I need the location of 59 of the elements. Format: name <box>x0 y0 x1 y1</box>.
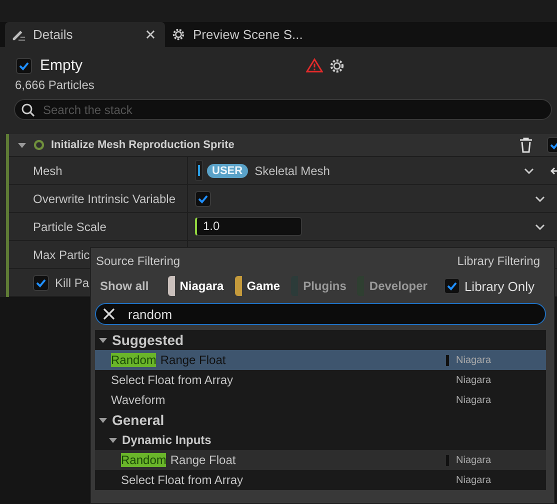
source-label: Niagara <box>455 374 492 386</box>
menu-item[interactable]: Select Float from Array <box>95 373 446 387</box>
collapse-arrow-icon[interactable] <box>17 140 27 150</box>
close-icon[interactable] <box>146 30 155 39</box>
source-label: Niagara <box>446 454 546 466</box>
checkbox-label: Library Only <box>464 278 535 294</box>
parameter-label: Kill Pa <box>55 276 90 290</box>
source-filter-toggle[interactable]: Plugins <box>291 276 346 296</box>
check-icon <box>446 280 458 292</box>
parameter-label: Max Partic <box>33 248 90 262</box>
emitter-name: Empty <box>40 57 84 74</box>
menu-item[interactable]: Select Float from Array <box>95 473 446 487</box>
binding-marker <box>195 160 203 181</box>
checkbox[interactable] <box>195 190 211 206</box>
search-field[interactable]: random <box>95 303 546 325</box>
checkbox[interactable] <box>444 278 460 294</box>
category-header[interactable]: Suggested <box>95 330 546 350</box>
reset-arrow-icon[interactable] <box>550 166 557 174</box>
parameter-value: Skeletal Mesh <box>254 164 331 178</box>
menu-item[interactable]: Random Range Float <box>95 453 446 467</box>
expand-arrow-icon[interactable] <box>98 335 108 345</box>
source-label: Niagara <box>455 394 492 406</box>
chevron-down-icon[interactable] <box>524 168 534 174</box>
menu-item[interactable]: Random Range Float <box>95 353 446 367</box>
section-title: Source Filtering <box>96 254 180 268</box>
check-icon <box>197 192 209 204</box>
module-title: Initialize Mesh Reproduction Sprite <box>51 139 236 151</box>
trash-icon[interactable] <box>519 137 533 153</box>
clear-icon[interactable] <box>103 308 115 320</box>
panel-tab[interactable]: Details <box>5 22 165 47</box>
ring-icon <box>33 139 45 151</box>
checkbox[interactable] <box>33 274 49 290</box>
source-label: Niagara <box>446 354 546 366</box>
menu-item[interactable]: Waveform <box>95 393 446 407</box>
module-header[interactable]: Initialize Mesh Reproduction Sprite <box>9 134 557 157</box>
subcategory-header[interactable]: Dynamic Inputs <box>95 430 546 450</box>
chevron-down-icon[interactable] <box>535 196 545 202</box>
source-label: Niagara <box>455 474 492 486</box>
particle-count: 6,666 Particles <box>14 77 96 92</box>
search-field[interactable]: Search the stack <box>14 99 552 120</box>
category-header[interactable]: General <box>95 410 546 430</box>
source-filter-toggle[interactable]: Developer <box>357 276 428 296</box>
parameter-label: Particle Scale <box>33 220 106 234</box>
user-badge: USER <box>207 164 248 178</box>
number-field[interactable]: 1.0 <box>195 217 302 236</box>
checkbox[interactable] <box>16 58 32 74</box>
parameter-label: Mesh <box>33 164 62 178</box>
check-icon <box>35 276 47 288</box>
check-icon <box>18 60 30 72</box>
gear-icon <box>171 27 186 42</box>
source-filter-toggle[interactable]: Game <box>234 276 280 296</box>
source-filter-toggle[interactable]: Niagara <box>168 276 224 296</box>
parameter-label: Overwrite Intrinsic Variable <box>33 192 176 206</box>
search-icon <box>21 103 35 117</box>
chevron-down-icon[interactable] <box>535 224 545 230</box>
section-title: Library Filtering <box>457 254 540 268</box>
panel-tab[interactable]: Preview Scene S... <box>165 22 313 47</box>
show-all-button[interactable]: Show all <box>94 276 155 296</box>
gear-icon[interactable] <box>329 58 345 74</box>
